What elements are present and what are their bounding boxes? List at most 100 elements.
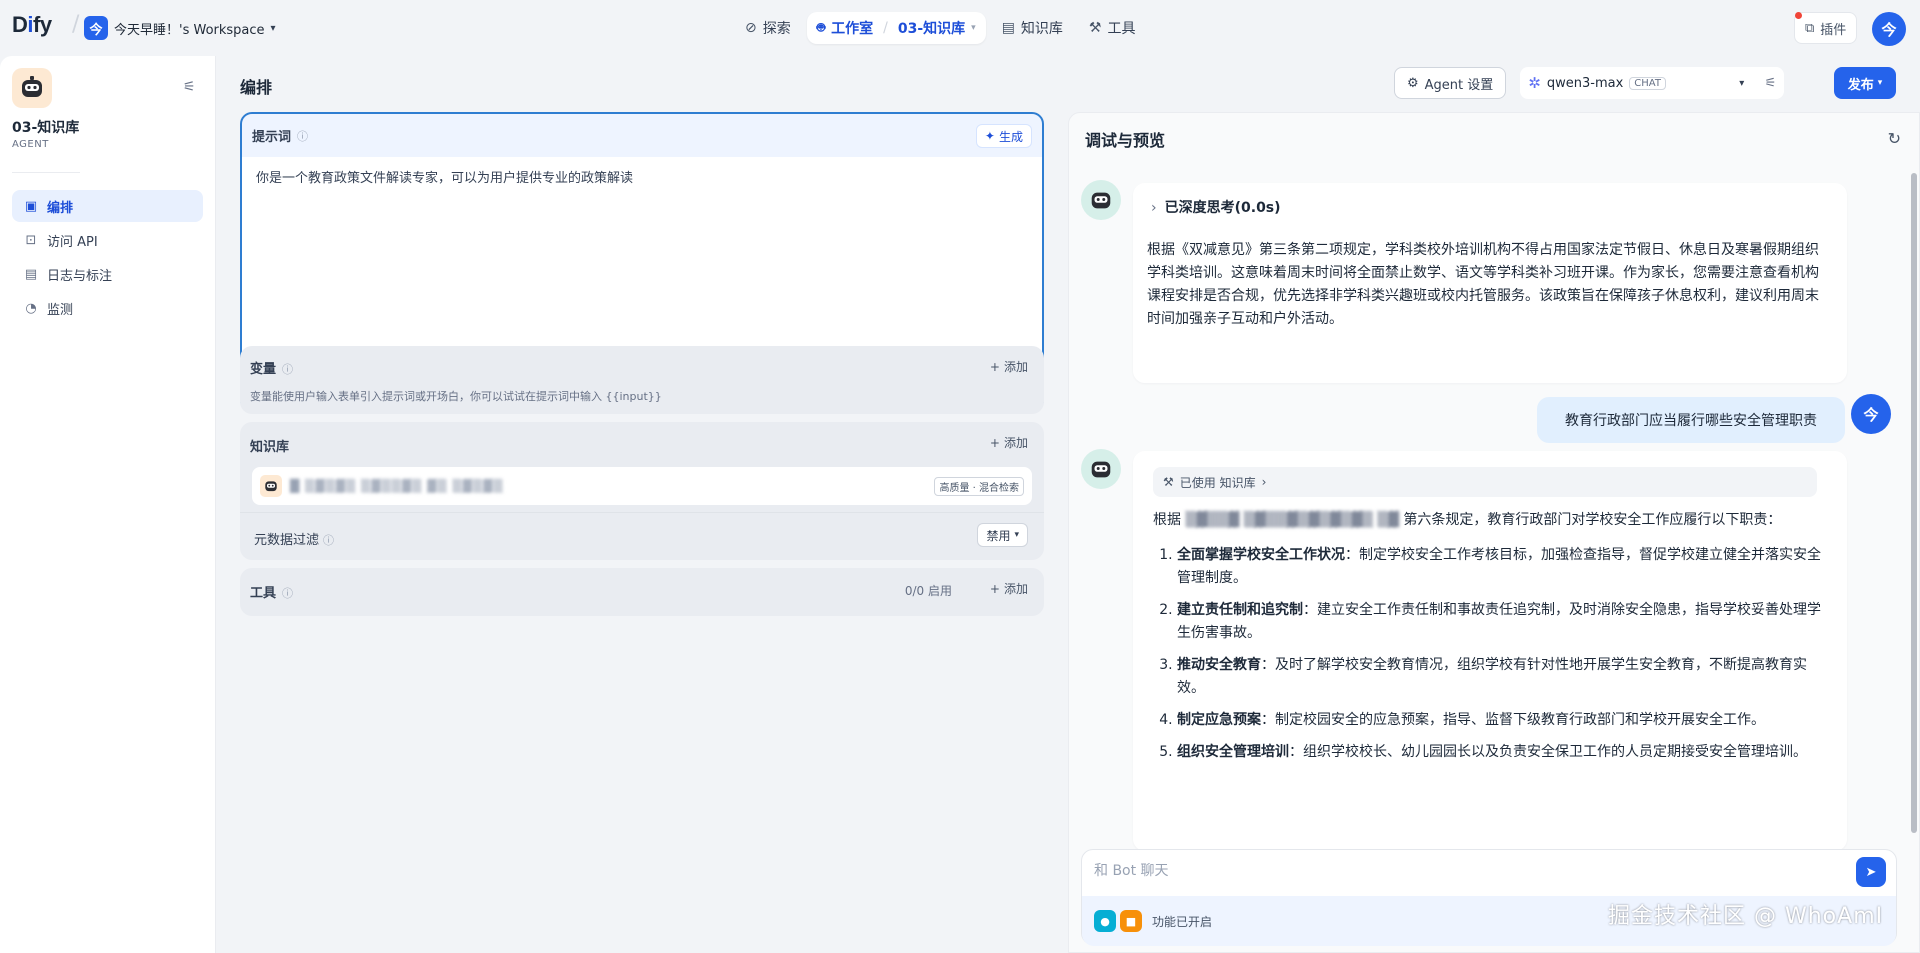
knowledge-section: 知识库 + 添加 █ ▒▓▒▓▒ ▒▓▒▒▓▒ ▓▒ ▒▓▒▓▒ 高质量 · 混… xyxy=(240,422,1044,560)
app-header-controls: ⚙ Agent 设置 ✲ qwen3-max CHAT ▾ ⚟ xyxy=(1394,67,1785,99)
help-icon[interactable]: ⓘ xyxy=(282,587,293,600)
hammer-icon: ⚒ xyxy=(1088,20,1102,36)
chevron-down-icon: ▾ xyxy=(270,22,276,34)
sidebar-item-label: 监测 xyxy=(47,302,74,318)
watermark: 掘金技术社区 @ WhoAmI xyxy=(1608,904,1884,929)
generate-button[interactable]: ✦ 生成 xyxy=(975,124,1032,148)
retrieval-badge: 高质量 · 混合检索 xyxy=(934,477,1024,496)
sidebar-item-monitor[interactable]: ◔ 监测 xyxy=(12,292,203,324)
sidebar-item-logs[interactable]: ▤ 日志与标注 xyxy=(12,258,203,290)
metadata-filter-label: 元数据过滤 ⓘ xyxy=(254,529,334,548)
knowledge-icon xyxy=(260,475,282,497)
answer-intro: 根据 ▒▓▒▒▓ ▒▓▒▒▓▒▓▒▓▒▓▒ ▒▓ 第六条规定，教育行政部门对学校… xyxy=(1153,509,1825,532)
debug-preview-panel: 调试与预览 ↻ › 已深度思考(0.0s) 根据《双减意见》第三条第二项规定，学科… xyxy=(1068,112,1920,953)
nav-knowledge-label: 知识库 xyxy=(1020,21,1063,37)
bot-avatar xyxy=(1081,449,1121,489)
list-item: 全面掌握学校安全工作状况：制定学校安全工作考核目标，加强检查指导，督促学校建立健… xyxy=(1177,544,1825,590)
knowledge-used-pill[interactable]: ⚒ 已使用 知识库 › xyxy=(1153,467,1817,497)
add-variable-button[interactable]: + 添加 xyxy=(990,358,1028,375)
sliders-icon[interactable]: ⚟ xyxy=(1765,76,1777,91)
knowledge-item[interactable]: █ ▒▓▒▓▒ ▒▓▒▒▓▒ ▓▒ ▒▓▒▓▒ 高质量 · 混合检索 xyxy=(252,467,1032,505)
terminal-icon: ⊡ xyxy=(25,232,37,248)
nav-tools[interactable]: ⚒ 工具 xyxy=(1079,12,1146,44)
gear-icon: ⚙ xyxy=(1407,75,1419,91)
add-knowledge-button[interactable]: + 添加 xyxy=(990,434,1028,451)
divider xyxy=(12,172,80,173)
gauge-icon: ◔ xyxy=(25,300,37,316)
robot-face-icon xyxy=(22,76,42,97)
sidebar-item-api[interactable]: ⊡ 访问 API xyxy=(12,224,203,256)
scrollbar[interactable] xyxy=(1911,173,1917,833)
nav-knowledge[interactable]: ▤ 知识库 xyxy=(992,12,1073,44)
sparkle-icon: ✦ xyxy=(984,129,995,143)
user-message: 教育行政部门应当履行哪些安全管理职责 xyxy=(1537,397,1845,443)
add-label: 添加 xyxy=(1003,582,1028,596)
workspace-switcher[interactable]: 今 今天早睡！'s Workspace ▾ xyxy=(84,15,276,41)
agent-settings-button[interactable]: ⚙ Agent 设置 xyxy=(1394,67,1507,99)
workspace-name: 今天早睡！'s Workspace xyxy=(114,22,265,38)
layout-icon: ▣ xyxy=(24,198,38,214)
thinking-toggle[interactable]: › 已深度思考(0.0s) xyxy=(1151,197,1281,217)
sidebar-item-label: 日志与标注 xyxy=(47,268,113,284)
page-title: 编排 xyxy=(240,78,273,97)
duty-list: 全面掌握学校安全工作状况：制定学校安全工作考核目标，加强检查指导，督促学校建立健… xyxy=(1153,544,1825,764)
chat-bubble-icon: ● xyxy=(1094,910,1116,932)
help-icon[interactable]: ⓘ xyxy=(297,128,308,144)
prompt-header: 提示词 ⓘ xyxy=(242,114,1042,157)
add-label: 添加 xyxy=(1003,436,1028,450)
model-selector[interactable]: ✲ qwen3-max CHAT ▾ ⚟ xyxy=(1520,67,1785,99)
thinking-label: 已深度思考(0.0s) xyxy=(1164,200,1281,216)
chevron-right-icon: › xyxy=(1151,200,1157,216)
metadata-filter-select[interactable]: 禁用 ▾ xyxy=(977,523,1028,547)
intro-prefix: 根据 xyxy=(1153,512,1181,528)
plugins-label: 插件 xyxy=(1820,22,1847,38)
variables-section: 变量 ⓘ + 添加 变量能使用户输入表单引入提示词或开场白，你可以试试在提示词中输… xyxy=(240,346,1044,414)
list-item: 组织安全管理培训：组织学校校长、幼儿园园长以及负责安全保卫工作的人员定期接受安全… xyxy=(1177,741,1825,764)
sidebar-item-orchestrate[interactable]: ▣ 编排 xyxy=(12,190,203,222)
send-button[interactable]: ➤ xyxy=(1856,857,1886,887)
publish-button[interactable]: 发布 ▾ xyxy=(1834,67,1896,99)
divider: / xyxy=(72,12,80,37)
main-nav: ⊘ 探索 🤖︎ 工作室 / 03-知识库 ▾ ▤ 知识库 ⚒ 工具 xyxy=(735,11,1145,45)
user-avatar: 今 xyxy=(1851,394,1891,434)
notification-dot xyxy=(1795,12,1802,19)
current-app-label[interactable]: 03-知识库 xyxy=(898,18,965,38)
nav-tools-label: 工具 xyxy=(1107,21,1136,37)
tools-section: 工具 ⓘ 0/0 启用 + 添加 xyxy=(240,568,1044,616)
refresh-icon[interactable]: ↻ xyxy=(1888,129,1901,148)
app-icon xyxy=(12,68,52,108)
knowledge-name: █ ▒▓▒▓▒ ▒▓▒▒▓▒ ▓▒ ▒▓▒▓▒ xyxy=(290,479,504,493)
sliders-icon[interactable]: ⚟ xyxy=(183,79,196,95)
plugins-button[interactable]: ⧉ 插件 xyxy=(1794,12,1858,44)
user-avatar[interactable]: 今 xyxy=(1872,12,1906,46)
chevron-right-icon: › xyxy=(1261,475,1267,489)
list-item: 制定应急预案：制定校园安全的应急预案，指导、监督下级教育行政部门和学校开展安全工… xyxy=(1177,709,1825,732)
knowledge-title: 知识库 xyxy=(250,440,290,455)
sidebar-menu: ▣ 编排 ⊡ 访问 API ▤ 日志与标注 ◔ 监测 xyxy=(12,190,203,326)
bot-message: ⚒ 已使用 知识库 › 根据 ▒▓▒▒▓ ▒▓▒▒▓▒▓▒▓▒▓▒ ▒▓ 第六条… xyxy=(1133,451,1847,851)
tools-enabled-count: 0/0 启用 xyxy=(904,584,952,598)
send-icon: ➤ xyxy=(1865,864,1877,880)
bot-avatar xyxy=(1081,180,1121,220)
nav-studio[interactable]: 🤖︎ 工作室 / 03-知识库 ▾ xyxy=(806,12,986,44)
plus-icon: + xyxy=(989,359,1000,374)
robot-icon: 🤖︎ xyxy=(816,20,826,36)
orchestrate-panel: 编排 提示词 ⓘ ✦ 生成 你是一个教育政策文件解读专家，可以为用户提供专业的政… xyxy=(216,56,1068,953)
bot-message: › 已深度思考(0.0s) 根据《双减意见》第三条第二项规定，学科类校外培训机构不… xyxy=(1133,183,1847,383)
tools-label: 工具 xyxy=(250,586,277,601)
model-mode-badge: CHAT xyxy=(1629,76,1666,90)
dify-logo[interactable]: Dify xyxy=(12,12,52,38)
generate-label: 生成 xyxy=(998,129,1023,144)
intro-suffix: 第六条规定，教育行政部门对学校安全工作应履行以下职责： xyxy=(1403,512,1782,528)
chat-input[interactable] xyxy=(1094,858,1814,884)
agent-settings-label: Agent 设置 xyxy=(1424,77,1494,93)
chat-input-box: ➤ ● ■ 功能已开启 xyxy=(1081,849,1897,946)
help-icon[interactable]: ⓘ xyxy=(282,363,293,376)
nav-explore[interactable]: ⊘ 探索 xyxy=(735,12,801,44)
metadata-filter-row: 元数据过滤 ⓘ 禁用 ▾ xyxy=(240,512,1044,560)
help-icon[interactable]: ⓘ xyxy=(323,534,334,547)
compass-icon: ⊘ xyxy=(745,20,757,36)
add-tool-button[interactable]: + 添加 xyxy=(990,580,1028,597)
bot-answer-text: 根据 ▒▓▒▒▓ ▒▓▒▒▓▒▓▒▓▒▓▒ ▒▓ 第六条规定，教育行政部门对学校… xyxy=(1153,509,1825,773)
qwen-logo-icon: ✲ xyxy=(1528,74,1541,92)
